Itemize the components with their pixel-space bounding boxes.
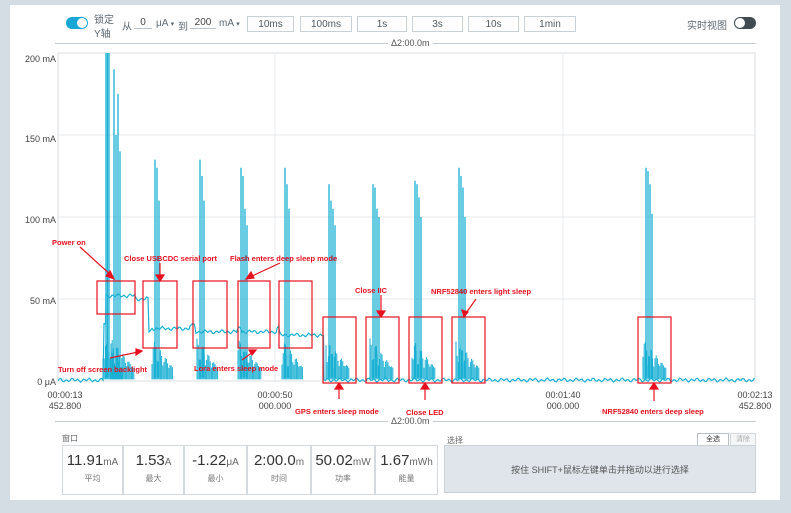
stat-average: 11.91mA 平均 [62,445,123,495]
current-trace [57,53,755,384]
annotation-labels: Power on Close USBCDC serial port Flash … [52,238,704,417]
selection-area[interactable]: 按住 SHIFT+鼠标左键单击并拖动以进行选择 [444,445,756,493]
annotation-label: Power on [52,238,86,247]
arrowhead [648,381,660,390]
window-stats: 窗口 11.91mA 平均 1.53A 最大 -1.22μA 最小 2:00.0m 时间… [62,433,438,499]
x-tick-sub: 000.000 [259,401,292,411]
x-tick-time: 00:01:40 [545,390,580,400]
main-panel: 锁定 Y轴 从 0 μA ▾ 到 200 mA ▾ 10ms 100ms 1s … [10,5,780,500]
annotation-label: Close IIC [355,286,388,295]
annotation-label: NRF52840 enters deep sleep [602,407,704,416]
annotation-box [278,280,313,349]
current-chart[interactable]: 200 mA 150 mA 100 mA 50 mA 0 μA 00:00:13… [10,5,780,433]
arrowhead [333,381,345,390]
x-tick-time: 00:02:13 [737,390,772,400]
annotation-label: Turn off screen backlight [58,365,148,374]
arrowhead [135,348,144,357]
annotation-label: Flash enters deep sleep mode [230,254,337,263]
arrowhead [419,381,431,390]
stat-energy: 1.67mWh 能量 [375,445,438,495]
arrowhead [375,310,387,319]
y-tick-label: 150 mA [25,134,56,144]
annotation-label: Lora enters sleep mode [194,364,278,373]
y-tick-label: 200 mA [25,54,56,64]
stat-power: 50.02mW 功率 [311,445,375,495]
window-title: 窗口 [62,434,78,443]
y-tick-label: 50 mA [30,296,56,306]
x-tick-time: 00:00:13 [47,390,82,400]
annotation-label: GPS enters sleep mode [295,407,379,416]
x-tick-sub: 452.800 [49,401,82,411]
annotation-box [192,280,228,349]
y-tick-label: 0 μA [37,377,56,387]
arrow-line [465,298,477,314]
x-tick-sub: 452.800 [739,401,772,411]
annotation-label: Close USBCDC serial port [124,254,217,263]
stat-max: 1.53A 最大 [123,445,184,495]
annotation-label: Close LED [406,408,444,417]
stat-min: -1.22μA 最小 [184,445,247,495]
x-tick-time: 00:00:50 [257,390,292,400]
stat-time: 2:00.0m 时间 [247,445,311,495]
y-tick-label: 100 mA [25,215,56,225]
x-tick-sub: 000.000 [547,401,580,411]
annotation-label: NRF52840 enters light sleep [431,287,531,296]
